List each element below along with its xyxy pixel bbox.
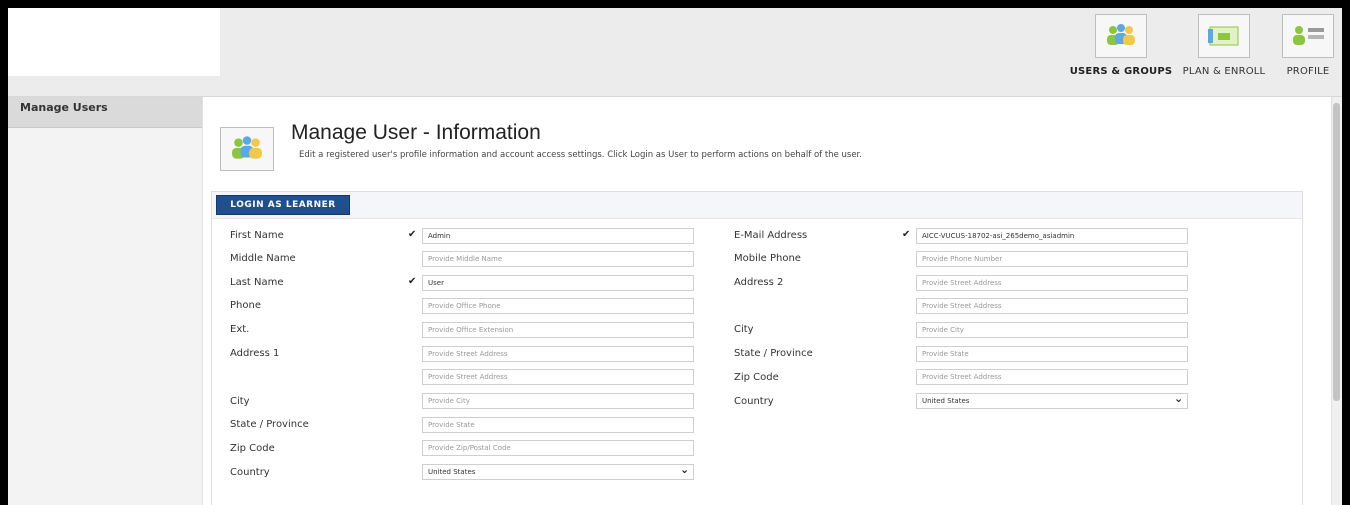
country-value: United States — [922, 397, 970, 405]
chevron-down-icon: ⌄ — [1174, 392, 1184, 405]
email-label: E-Mail Address — [734, 230, 808, 241]
zip-label: Zip Code — [734, 372, 779, 383]
page-title: Manage User - Information — [291, 121, 541, 144]
profile-icon — [1282, 14, 1334, 58]
city-field[interactable]: Provide City — [422, 393, 694, 409]
last-name-label: Last Name — [230, 277, 284, 288]
city-field[interactable]: Provide City — [916, 322, 1188, 338]
sidebar-item-manage-users[interactable]: Manage Users — [8, 97, 202, 128]
logo-area — [8, 8, 220, 76]
phone-field[interactable]: Provide Office Phone — [422, 298, 694, 314]
check-icon: ✔ — [408, 276, 417, 287]
panel-header: LOGIN AS LEARNER — [212, 192, 1302, 219]
state-label: State / Province — [734, 348, 813, 359]
country-select[interactable]: United States — [422, 464, 694, 480]
first-name-field[interactable]: Admin — [422, 228, 694, 244]
first-name-label: First Name — [230, 230, 284, 241]
vertical-scrollbar[interactable] — [1331, 97, 1342, 505]
nav-profile[interactable]: PROFILE — [1278, 14, 1338, 77]
users-icon — [220, 127, 274, 171]
address2-field[interactable]: Provide Street Address — [916, 275, 1188, 291]
zip-field[interactable]: Provide Zip/Postal Code — [422, 440, 694, 456]
chevron-down-icon: ⌄ — [680, 463, 690, 476]
nav-label: PROFILE — [1286, 66, 1330, 77]
sidebar: Manage Users — [8, 97, 203, 505]
user-form-panel: LOGIN AS LEARNER First Name ✔ Admin Midd… — [211, 191, 1303, 505]
nav-users-groups[interactable]: USERS & GROUPS — [1066, 14, 1176, 77]
page-description: Edit a registered user's profile informa… — [299, 150, 862, 160]
scrollbar-thumb[interactable] — [1333, 103, 1340, 401]
nav-label: USERS & GROUPS — [1069, 66, 1173, 77]
address2-line2-field[interactable]: Provide Street Address — [916, 298, 1188, 314]
check-icon: ✔ — [408, 229, 417, 240]
middle-name-field[interactable]: Provide Middle Name — [422, 251, 694, 267]
mobile-phone-label: Mobile Phone — [734, 253, 801, 264]
state-label: State / Province — [230, 419, 309, 430]
main-content: Manage User - Information Edit a registe… — [203, 97, 1331, 505]
state-field[interactable]: Provide State — [916, 346, 1188, 362]
country-select[interactable]: United States — [916, 393, 1188, 409]
top-bar: USERS & GROUPS PLAN & ENROLL PROFILE — [8, 8, 1342, 97]
mobile-phone-field[interactable]: Provide Phone Number — [916, 251, 1188, 267]
plan-icon — [1198, 14, 1250, 58]
country-label: Country — [230, 467, 270, 478]
ext-label: Ext. — [230, 324, 250, 335]
nav-plan-enroll[interactable]: PLAN & ENROLL — [1180, 14, 1268, 77]
zip-field[interactable]: Provide Street Address — [916, 369, 1188, 385]
address1-field[interactable]: Provide Street Address — [422, 346, 694, 362]
check-icon: ✔ — [902, 229, 911, 240]
country-value: United States — [428, 468, 476, 476]
city-label: City — [734, 324, 754, 335]
city-label: City — [230, 396, 250, 407]
users-icon — [1095, 14, 1147, 58]
email-field[interactable]: AICC-VUCUS-18702-asi_265demo_asiadmin — [916, 228, 1188, 244]
login-as-learner-button[interactable]: LOGIN AS LEARNER — [216, 195, 350, 215]
phone-label: Phone — [230, 300, 261, 311]
last-name-field[interactable]: User — [422, 275, 694, 291]
nav-label: PLAN & ENROLL — [1182, 66, 1266, 77]
zip-label: Zip Code — [230, 443, 275, 454]
country-label: Country — [734, 396, 774, 407]
address1-line2-field[interactable]: Provide Street Address — [422, 369, 694, 385]
address1-label: Address 1 — [230, 348, 280, 359]
app-window: USERS & GROUPS PLAN & ENROLL PROFILE Man… — [8, 8, 1342, 505]
address2-label: Address 2 — [734, 277, 784, 288]
middle-name-label: Middle Name — [230, 253, 296, 264]
ext-field[interactable]: Provide Office Extension — [422, 322, 694, 338]
state-field[interactable]: Provide State — [422, 417, 694, 433]
